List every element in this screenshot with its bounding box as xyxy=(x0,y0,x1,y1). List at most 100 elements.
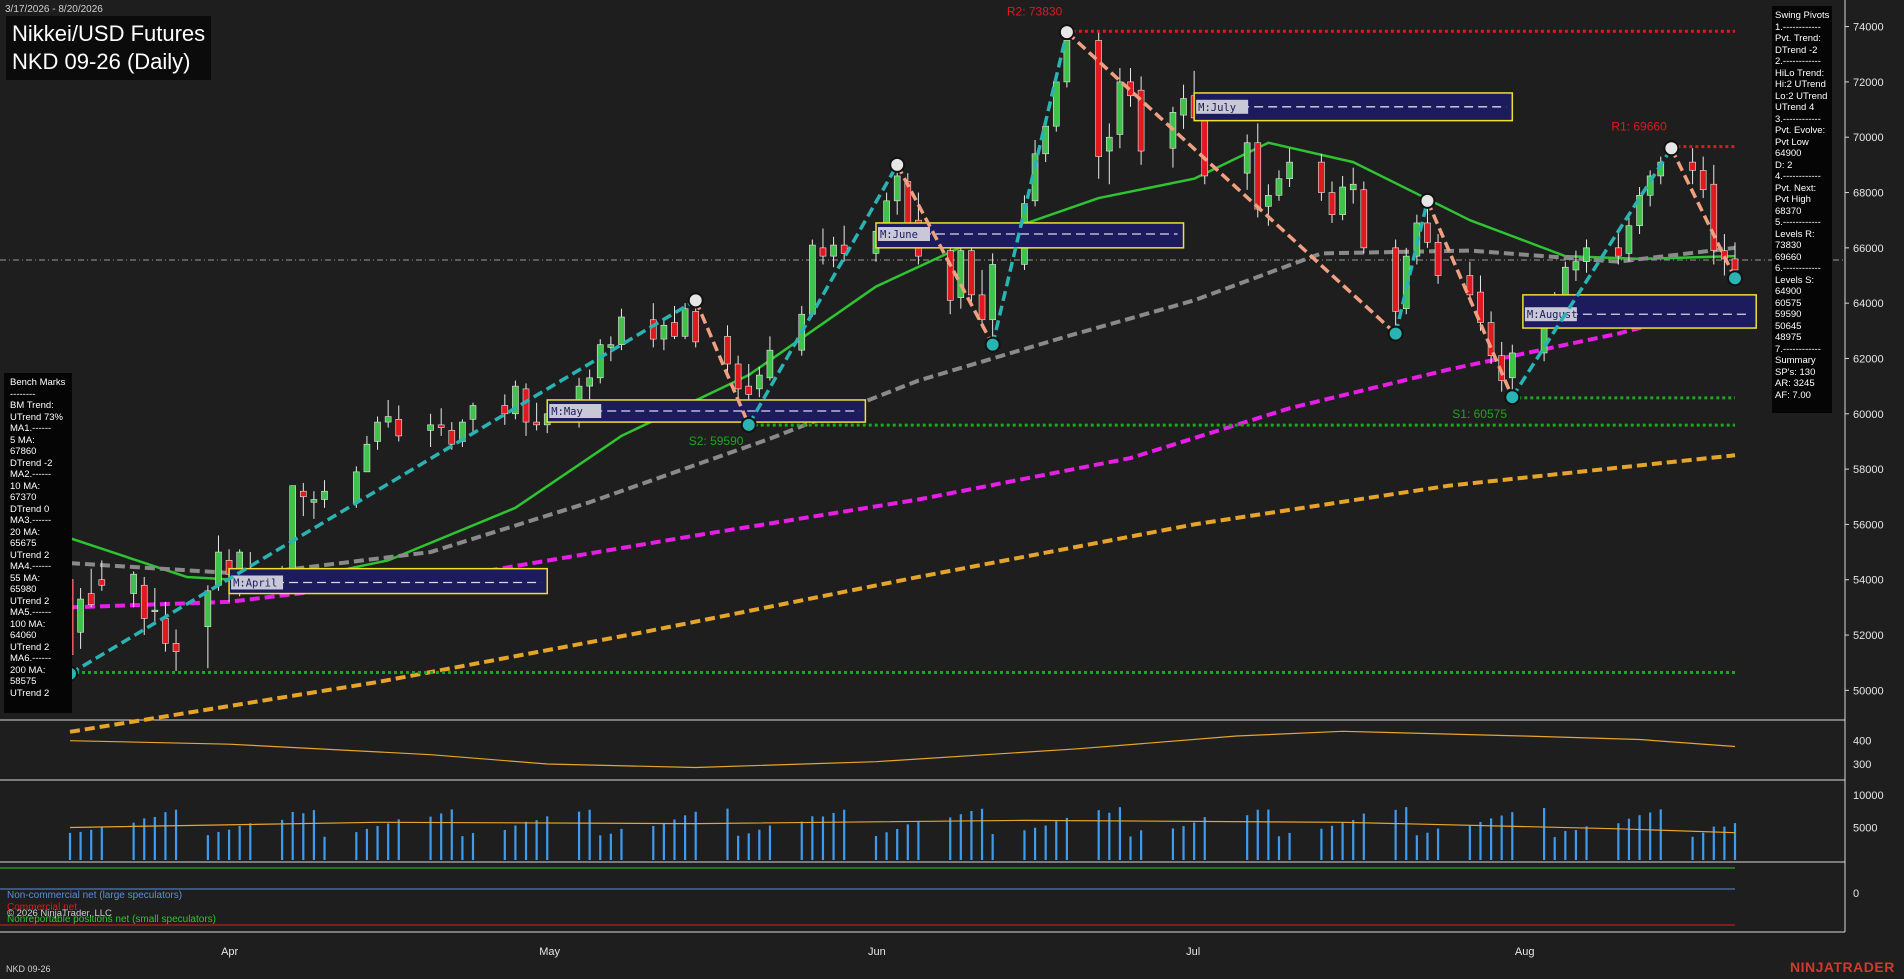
candle-body xyxy=(1042,125,1049,155)
swing-pivot-marker xyxy=(1387,325,1404,342)
candle-body xyxy=(968,250,975,296)
swing-pivots-line: Pvt High xyxy=(1775,194,1811,205)
swing-pivots-line: Levels R: xyxy=(1775,228,1815,240)
y-tick-label: 54000 xyxy=(1853,575,1884,587)
y-tick-label: 64000 xyxy=(1853,298,1884,310)
candle-body xyxy=(766,349,774,379)
candle-body xyxy=(384,416,392,423)
swing-pivots-line: Pvt. Trend: xyxy=(1775,33,1821,44)
price-chart[interactable]: M:April M:May M:June M:July M:August R2: 7383… xyxy=(0,0,1904,979)
y-tick-label: 62000 xyxy=(1853,353,1884,365)
value-area-label: M:April xyxy=(233,577,277,589)
swing-pivots-line: Pvt Low xyxy=(1775,136,1809,148)
candle-body xyxy=(893,175,901,202)
y-tick-label: 74000 xyxy=(1853,22,1884,34)
candle-body xyxy=(586,377,593,387)
swing-pivot-marker xyxy=(687,292,704,309)
candle-body xyxy=(1339,186,1346,215)
swing-pivots-line: 1.------------ xyxy=(1775,21,1821,33)
candle-body xyxy=(1275,178,1283,196)
candle-body xyxy=(1328,192,1336,215)
swing-pivots-line: 60575 xyxy=(1775,297,1802,309)
bench-marks-line: 10 MA: xyxy=(10,480,41,492)
candle-body xyxy=(734,363,742,390)
swing-pivots-line: 7.------------ xyxy=(1775,343,1821,355)
swing-leg-line xyxy=(69,298,697,676)
bench-marks-line: 67370 xyxy=(10,492,37,503)
bench-marks-panel: Bench Marks -------- BM Trend: UTrend 73% MA… xyxy=(4,373,72,713)
candle-body xyxy=(660,324,668,340)
x-tick-label: Jun xyxy=(868,946,886,958)
candle-body xyxy=(533,421,540,426)
candle-body xyxy=(437,424,445,428)
swing-pivot-marker xyxy=(1663,140,1680,157)
candle-body xyxy=(745,385,753,395)
swing-leg-line xyxy=(1393,200,1430,334)
bench-marks-line: UTrend 73% xyxy=(10,411,63,423)
bench-marks-line: UTrend 2 xyxy=(10,641,50,653)
candle-body xyxy=(98,579,106,586)
swing-pivots-line: Pvt. Evolve: xyxy=(1775,125,1826,136)
x-tick-label: Aug xyxy=(1515,946,1535,958)
brand-logo: NINJATRADER xyxy=(1790,959,1895,975)
swing-pivots-line: AR: 3245 xyxy=(1775,378,1815,389)
legend-noncommercial: Non-commercial net (large speculators) xyxy=(7,890,183,901)
swing-pivot-marker xyxy=(1727,270,1743,287)
volume-average-line xyxy=(69,819,1736,834)
candle-body xyxy=(1699,170,1707,191)
swing-pivots-line: Hi:2 UTrend xyxy=(1775,79,1826,90)
swing-pivot-marker xyxy=(889,156,906,173)
candle-body xyxy=(353,471,360,503)
bench-marks-line: DTrend -2 xyxy=(10,457,53,469)
candle-body xyxy=(618,316,625,345)
candle-body xyxy=(1265,194,1272,207)
date-range: 3/17/2026 - 8/20/2026 xyxy=(5,4,103,15)
bench-marks-line: MA1.------ xyxy=(10,423,52,434)
bench-marks-line: MA2.------ xyxy=(10,469,52,480)
y-tick-label: 66000 xyxy=(1853,243,1884,255)
candle-body xyxy=(1710,183,1718,251)
swing-pivots-line: Lo:2 UTrend xyxy=(1775,90,1828,102)
bench-marks-line: Bench Marks xyxy=(10,377,66,388)
candle-body xyxy=(1508,352,1516,379)
candle-body xyxy=(671,322,678,337)
swing-pivots-panel: Swing Pivots 1.------------ Pvt. Trend: DTr… xyxy=(1772,6,1832,413)
candle-body xyxy=(1572,261,1580,271)
swing-pivots-line: 73830 xyxy=(1775,240,1802,251)
bench-marks-line: 55 MA: xyxy=(10,572,41,584)
candle-body xyxy=(1392,247,1399,312)
swing-pivots-line: Levels S: xyxy=(1775,274,1815,286)
swing-pivots-line: 6.------------ xyxy=(1775,263,1821,274)
swing-pivot-marker xyxy=(1058,24,1075,41)
bench-marks-line: UTrend 2 xyxy=(10,687,50,699)
candle-body xyxy=(427,424,434,431)
swing-pivots-line: 69660 xyxy=(1775,251,1802,263)
candle-body xyxy=(289,485,297,572)
candle-body xyxy=(978,294,986,321)
candle-body xyxy=(363,443,371,473)
candle-body xyxy=(692,311,700,343)
candle-body xyxy=(1731,258,1739,271)
bench-marks-line: 5 MA: xyxy=(10,434,35,446)
x-tick-label: Jul xyxy=(1186,946,1200,958)
oscillator-line xyxy=(69,730,1736,769)
x-tick-label: May xyxy=(539,946,560,958)
bench-marks-line: BM Trend: xyxy=(10,400,54,411)
swing-pivots-line: 3.------------ xyxy=(1775,113,1821,125)
candle-body xyxy=(989,264,996,321)
swing-pivots-line: 50645 xyxy=(1775,320,1802,332)
candle-body xyxy=(501,405,509,415)
candle-body xyxy=(374,421,381,442)
candle-body xyxy=(77,598,84,633)
candle-body xyxy=(1243,142,1251,174)
bench-marks-line: MA3.------ xyxy=(10,515,52,526)
bench-marks-line: 20 MA: xyxy=(10,526,41,538)
swing-pivots-line: UTrend 4 xyxy=(1775,102,1815,113)
swing-pivots-line: Summary xyxy=(1775,355,1816,366)
swing-pivots-line: 64900 xyxy=(1775,148,1802,159)
value-area-label: M:June xyxy=(880,229,918,241)
bench-marks-line: 65980 xyxy=(10,584,37,595)
swing-pivots-line: 2.------------ xyxy=(1775,56,1821,67)
y-tick-label: 58000 xyxy=(1853,464,1884,476)
candle-body xyxy=(522,388,530,423)
